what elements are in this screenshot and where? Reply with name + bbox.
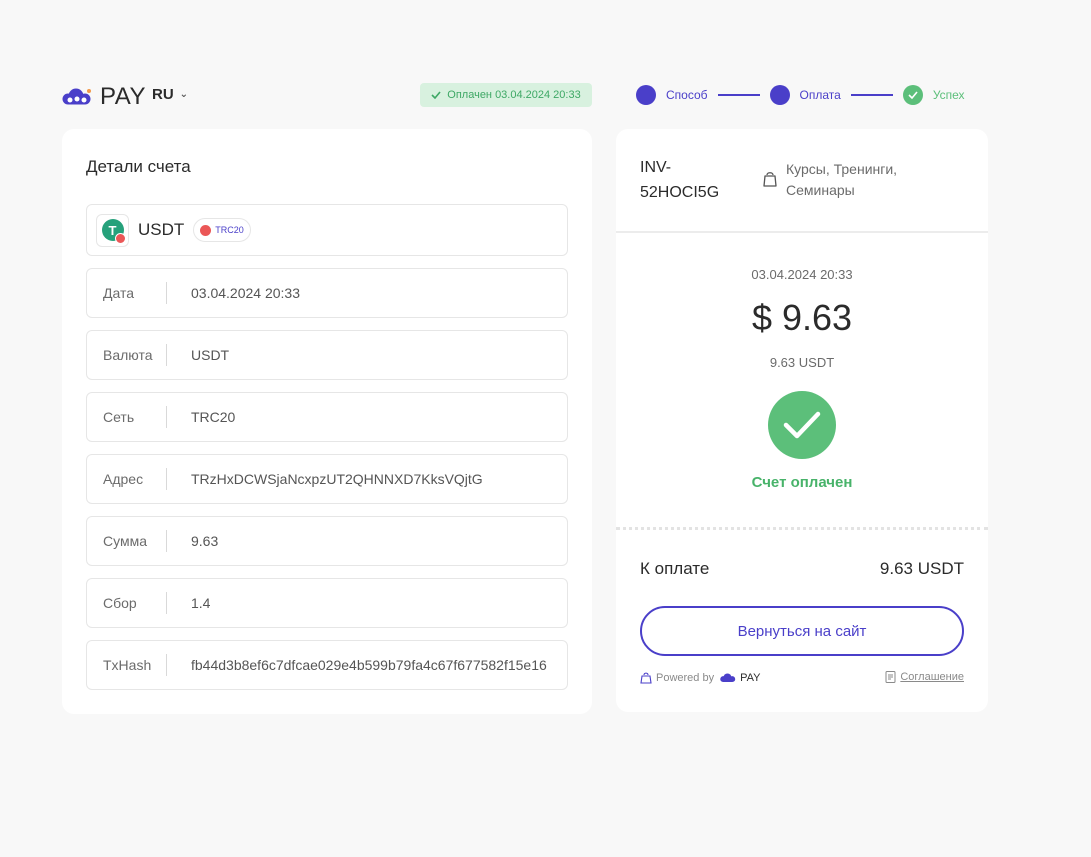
document-icon [885,671,896,683]
check-icon [431,91,441,99]
row-value[interactable]: fb44d3b8ef6c7dfcae029e4b599b79fa4c67f677… [167,657,547,673]
payment-date: 03.04.2024 20:33 [751,267,853,282]
header: PAY RU ⌄ Оплачен 03.04.2024 20:33 Способ… [62,80,968,110]
payment-status-text: Счет оплачен [751,474,853,491]
step-connector [850,94,893,96]
invoice-id: INV-52HOCI5G [640,159,720,201]
step-connector [717,94,760,96]
powered-by: Powered by PAY [640,671,760,684]
chevron-down-icon: ⌄ [179,89,189,100]
powered-brand: PAY [740,671,761,684]
divider [616,231,988,233]
network-chip-label: TRC20 [215,225,244,235]
to-pay-value: 9.63 USDT [879,559,964,578]
agreement[interactable]: Соглашение [885,671,964,683]
coin-icon-frame: T [96,213,129,247]
step-dot-success [902,85,923,105]
detail-row-address[interactable]: Адрес TRzHxDCWSjaNcxpzUT2QHNNXD7KksVQjtG [86,454,568,504]
paid-status-badge: Оплачен 03.04.2024 20:33 [420,83,592,107]
step-label-payment: Оплата [799,88,841,102]
logo-cloud-icon [720,672,736,682]
row-label: Сумма [87,530,167,552]
bag-icon [763,172,777,187]
network-chip: TRC20 [193,218,251,242]
details-title: Детали счета [86,157,191,176]
row-value: TRC20 [191,409,236,425]
row-label: TxHash [87,654,167,676]
detail-row-fee: Сбор 1.4 [86,578,568,628]
payment-summary-card: INV-52HOCI5G Курсы, Тренинги, Семинары 0… [616,129,988,712]
detail-row-txhash[interactable]: TxHash fb44d3b8ef6c7dfcae029e4b599b79fa4… [86,640,568,690]
success-check-icon [768,391,836,459]
row-label: Сеть [87,406,167,428]
coin-name: USDT [138,220,185,239]
row-label: Сбор [87,592,167,614]
logo[interactable]: PAY [62,83,146,111]
detail-row-date: Дата 03.04.2024 20:33 [86,268,568,318]
detail-row-currency: Валюта USDT [86,330,568,380]
progress-steps: Способ Оплата Успех [636,85,965,105]
row-value: 9.63 [191,533,219,549]
to-pay-label: К оплате [640,559,710,578]
row-value[interactable]: TRzHxDCWSjaNcxpzUT2QHNNXD7KksVQjtG [167,471,483,487]
logo-text: PAY [100,83,146,110]
bag-icon [640,672,652,684]
step-label-success: Успех [932,88,965,102]
powered-by-text: Powered by [656,671,715,684]
invoice-details-card: Детали счета T USDT TRC20 Дата 03.04.202… [62,129,592,714]
detail-row-amount: Сумма 9.63 [86,516,568,566]
paid-badge-text: Оплачен 03.04.2024 20:33 [447,89,581,101]
step-label-method: Способ [666,88,708,102]
agreement-link[interactable]: Соглашение [900,671,964,683]
step-dot-method [636,85,656,105]
detail-row-network: Сеть TRC20 [86,392,568,442]
row-value: 03.04.2024 20:33 [191,285,300,301]
row-value: 1.4 [191,595,211,611]
dotted-divider [616,527,988,530]
payment-amount-crypto: 9.63 USDT [769,355,835,370]
category-label: Курсы, Тренинги, Семинары [786,161,898,198]
row-value: USDT [191,347,230,363]
coin-selector: T USDT TRC20 [86,204,568,256]
check-icon [908,91,918,99]
language-selector[interactable]: RU ⌄ [152,86,188,103]
tron-badge-icon [115,232,126,244]
return-to-site-button[interactable]: Вернуться на сайт [640,606,964,656]
logo-cloud-icon [62,88,91,105]
language-label: RU [152,86,174,103]
step-dot-payment [769,85,790,105]
payment-amount: $ 9.63 [751,297,853,338]
row-label: Дата [87,282,167,304]
row-label: Валюта [87,344,167,366]
row-label: Адрес [87,468,167,490]
tron-icon [200,224,212,236]
invoice-category: Курсы, Тренинги, Семинары [762,159,916,201]
